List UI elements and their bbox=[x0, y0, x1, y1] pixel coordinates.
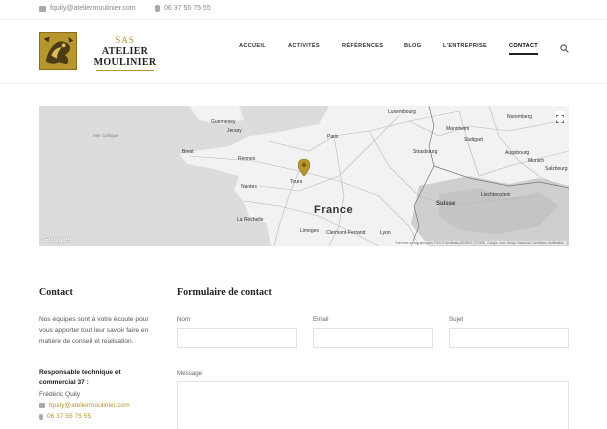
mail-icon bbox=[39, 5, 46, 12]
brand-name: ATELIER MOULINIER bbox=[93, 46, 157, 68]
map-label-guernesey: Guernesey bbox=[211, 119, 236, 125]
form-title: Formulaire de contact bbox=[177, 287, 272, 298]
map-label-munich: Munich bbox=[528, 158, 545, 164]
person-name: Frédéric Quily bbox=[39, 391, 81, 398]
topbar-email[interactable]: fquily@ateliermoulinier.com bbox=[39, 5, 136, 12]
nav-activites[interactable]: ACTIVITÉS bbox=[288, 43, 320, 49]
map-label-jersey: Jersey bbox=[227, 128, 242, 134]
map-label-strasbourg: Strasbourg bbox=[413, 149, 438, 155]
nav-contact-label: CONTACT bbox=[509, 43, 539, 49]
map-label-salzbourg: Salzbourg bbox=[545, 166, 568, 172]
phone-icon bbox=[155, 5, 160, 12]
map-label-tours: Tours bbox=[290, 179, 303, 185]
fullscreen-button[interactable] bbox=[555, 111, 565, 123]
brand[interactable]: SAS ATELIER MOULINIER bbox=[80, 35, 170, 71]
sujet-label: Sujet bbox=[449, 316, 464, 323]
contact-title: Contact bbox=[39, 287, 73, 298]
map-label-nuremberg: Nuremberg bbox=[507, 114, 533, 120]
map-label-clermont: Clermont-Ferrand bbox=[326, 230, 366, 236]
message-textarea[interactable] bbox=[177, 381, 569, 429]
nom-input[interactable] bbox=[177, 328, 297, 348]
google-logo: Google bbox=[42, 235, 70, 244]
site-header: SAS ATELIER MOULINIER ACCUEIL ACTIVITÉS … bbox=[0, 20, 607, 84]
brand-sas: SAS bbox=[115, 35, 135, 45]
map-label-rennes: Rennes bbox=[238, 156, 256, 162]
map-background bbox=[39, 106, 569, 246]
nav-accueil[interactable]: ACCUEIL bbox=[239, 43, 266, 49]
contact-email-text: fquily@ateliermoulinier.com bbox=[49, 402, 130, 409]
contact-intro: Nos équipes sont à votre écoute pour vou… bbox=[39, 316, 149, 345]
email-input[interactable] bbox=[313, 328, 433, 348]
map-pin-icon[interactable] bbox=[298, 159, 310, 176]
fullscreen-icon bbox=[556, 115, 564, 123]
topbar-email-text: fquily@ateliermoulinier.com bbox=[50, 5, 136, 12]
search-icon[interactable] bbox=[560, 44, 569, 53]
brand-rule bbox=[96, 70, 154, 71]
map-label-limoges: Limoges bbox=[300, 228, 319, 234]
message-label: Message bbox=[177, 370, 203, 377]
map-label-stuttgart: Stuttgart bbox=[464, 137, 483, 143]
topbar-phone-text: 06 37 55 75 55 bbox=[164, 5, 211, 12]
top-bar: fquily@ateliermoulinier.com 06 37 55 75 … bbox=[0, 0, 607, 20]
map-label-nantes: Nantes bbox=[241, 184, 257, 190]
mail-icon bbox=[39, 403, 45, 408]
nav-blog[interactable]: BLOG bbox=[404, 43, 421, 49]
map-label-luxembourg: Luxembourg bbox=[388, 109, 416, 115]
email-label: Email bbox=[313, 316, 329, 323]
nav-references[interactable]: RÉFÉRENCES bbox=[342, 43, 383, 49]
map-label-la-rochelle: La Rochelle bbox=[237, 217, 264, 223]
map-label-mannheim: Mannheim bbox=[446, 126, 470, 132]
contact-phone[interactable]: 06 37 55 75 55 bbox=[39, 413, 91, 420]
map-label-france: France bbox=[314, 204, 354, 216]
map[interactable]: Mer Celtique Guernesey Jersey Brest Renn… bbox=[39, 106, 569, 246]
map-label-paris: Paris bbox=[327, 134, 339, 140]
nav-entreprise[interactable]: L'ENTREPRISE bbox=[443, 43, 487, 49]
topbar-phone[interactable]: 06 37 55 75 55 bbox=[155, 5, 211, 12]
map-label-brest: Brest bbox=[182, 149, 194, 155]
map-label-liechtenstein: Liechtenstein bbox=[481, 192, 511, 198]
phone-icon bbox=[39, 413, 43, 420]
logo[interactable] bbox=[39, 32, 77, 70]
map-attribution[interactable]: Données cartographiques ©2019 GeoBasis-D… bbox=[393, 241, 566, 245]
contact-phone-text: 06 37 55 75 55 bbox=[47, 413, 91, 420]
sujet-input[interactable] bbox=[449, 328, 569, 348]
map-label-suisse: Suisse bbox=[436, 201, 456, 207]
map-label-lyon: Lyon bbox=[380, 230, 391, 236]
logo-emblem-icon bbox=[40, 33, 76, 69]
nom-label: Nom bbox=[177, 316, 191, 323]
contact-email[interactable]: fquily@ateliermoulinier.com bbox=[39, 402, 130, 409]
nav-active-underline bbox=[509, 53, 539, 55]
nav-contact[interactable]: CONTACT bbox=[509, 43, 539, 55]
responsible-title: Responsable technique et commercial 37 : bbox=[39, 369, 121, 386]
map-label-augsbourg: Augsbourg bbox=[505, 150, 530, 156]
map-label-mer-celtique: Mer Celtique bbox=[93, 133, 119, 138]
